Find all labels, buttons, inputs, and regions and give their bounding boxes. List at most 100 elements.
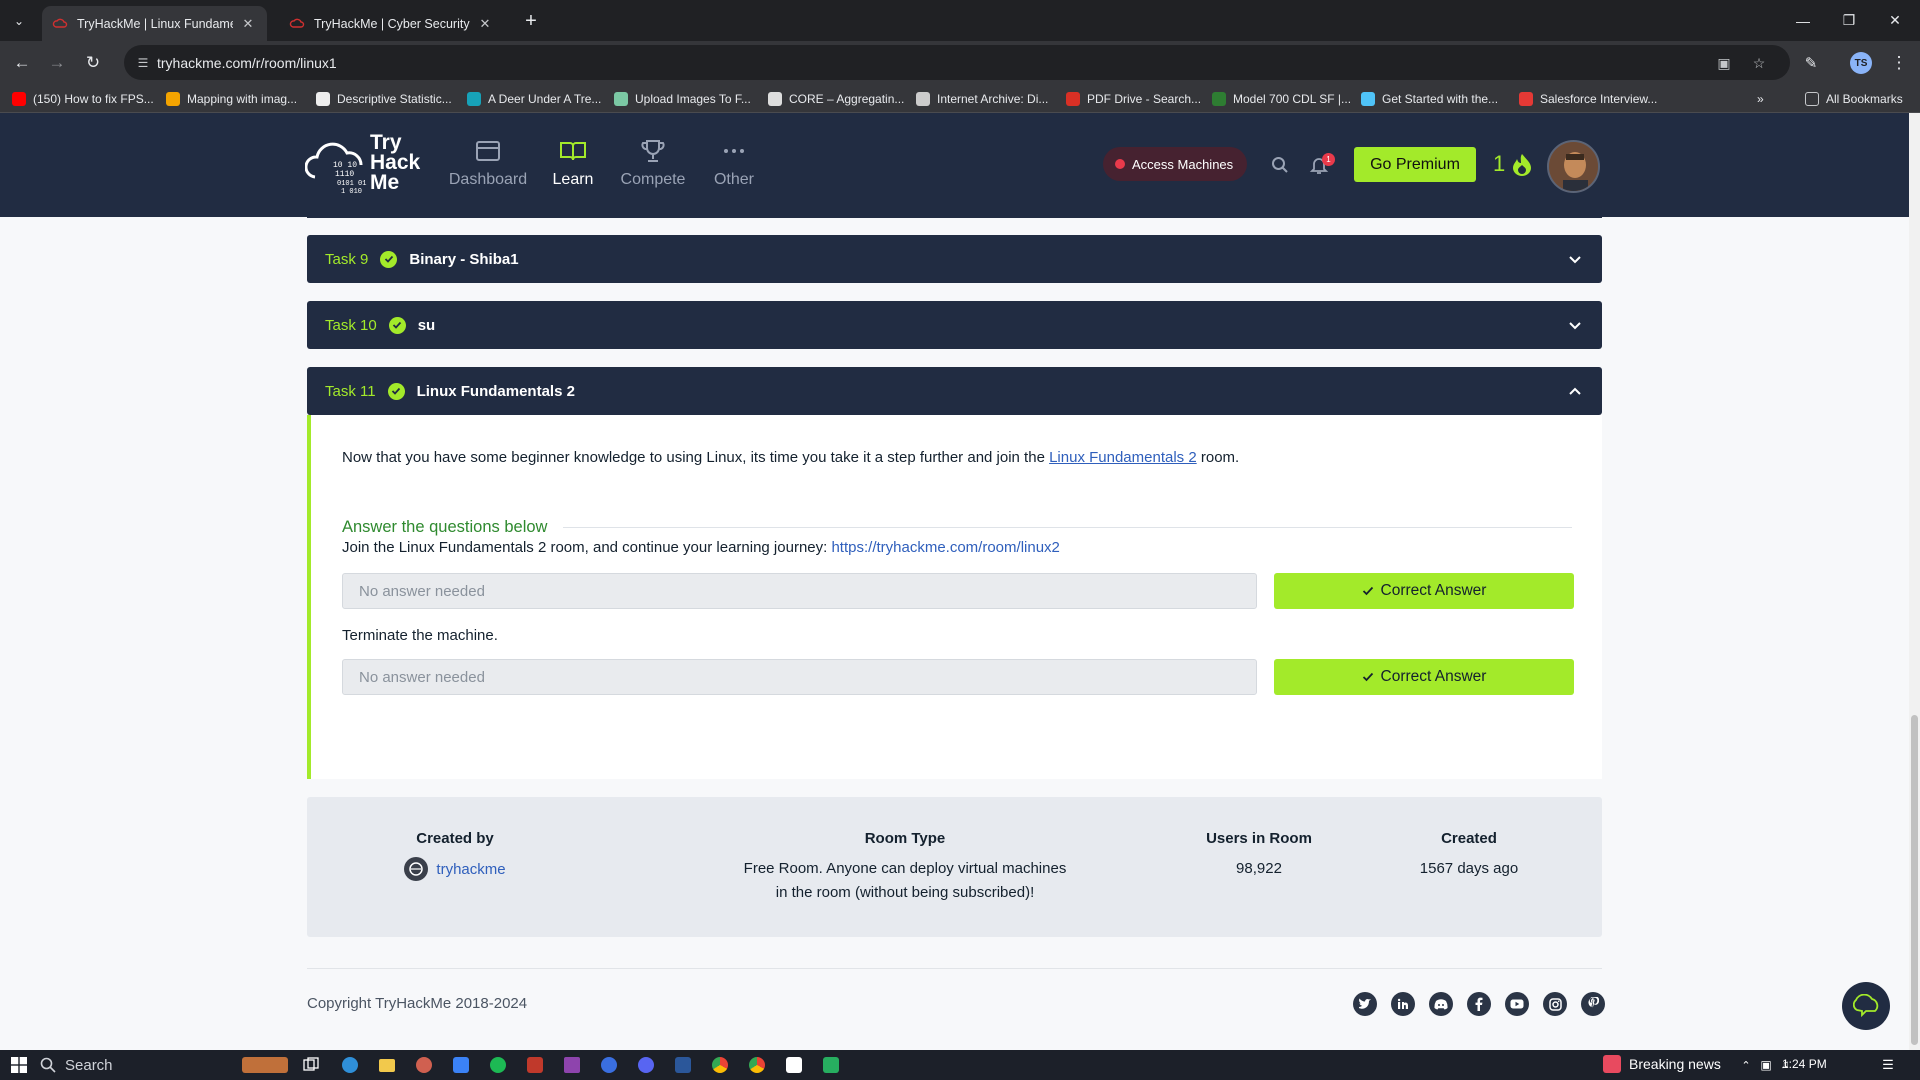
streak-counter[interactable]: 1	[1493, 151, 1533, 177]
go-premium-button[interactable]: Go Premium	[1354, 147, 1476, 182]
svg-text:1 010: 1 010	[341, 188, 362, 196]
chevron-down-icon[interactable]	[1566, 316, 1584, 334]
word-icon[interactable]	[673, 1055, 693, 1075]
bookmark-favicon-icon	[316, 92, 330, 106]
youtube-icon	[12, 92, 26, 106]
chevron-down-icon[interactable]	[1566, 250, 1584, 268]
correct-answer-button[interactable]: Correct Answer	[1274, 659, 1574, 695]
todo-icon[interactable]	[451, 1055, 471, 1075]
minimize-icon[interactable]: —	[1780, 0, 1826, 41]
chrome-icon[interactable]	[710, 1055, 730, 1075]
twitter-icon[interactable]	[1353, 992, 1377, 1016]
bookmark-item[interactable]: Salesforce Interview...	[1519, 90, 1657, 108]
chat-support-button[interactable]	[1842, 982, 1890, 1030]
task-header-10[interactable]: Task 10 su	[307, 301, 1602, 349]
winrar-icon[interactable]	[562, 1055, 582, 1075]
bookmark-item[interactable]: CORE – Aggregatin...	[768, 90, 904, 108]
scrollbar-thumb[interactable]	[1911, 715, 1918, 1045]
bookmark-item[interactable]: PDF Drive - Search...	[1066, 90, 1201, 108]
previous-task-edge	[307, 217, 1602, 218]
close-window-icon[interactable]: ✕	[1872, 0, 1918, 41]
bookmark-item[interactable]: (150) How to fix FPS...	[12, 90, 154, 108]
creator-link[interactable]: tryhackme	[436, 861, 505, 878]
bookmark-item[interactable]: A Deer Under A Tre...	[467, 90, 601, 108]
linux-fundamentals-2-link[interactable]: Linux Fundamentals 2	[1049, 449, 1197, 466]
address-bar[interactable]: ☰ tryhackme.com/r/room/linux1 ▣ ☆	[124, 45, 1790, 80]
tryhackme-logo[interactable]: 10 10 1110 0101 01 1 010 Try Hack Me	[305, 132, 425, 201]
messenger-icon[interactable]	[599, 1055, 619, 1075]
nav-dashboard[interactable]: Dashboard	[443, 137, 533, 189]
user-avatar[interactable]	[1547, 140, 1600, 193]
network-icon[interactable]: ▣	[1756, 1055, 1776, 1075]
close-tab-icon[interactable]: ✕	[239, 15, 257, 33]
edge-icon[interactable]	[340, 1055, 360, 1075]
task-header-11[interactable]: Task 11 Linux Fundamentals 2	[307, 367, 1602, 415]
app-icon[interactable]	[821, 1055, 841, 1075]
browser-tab-active[interactable]: TryHackMe | Linux Fundamentals ✕	[42, 6, 267, 41]
back-icon[interactable]: ←	[9, 50, 35, 76]
site-info-icon[interactable]: ☰	[134, 54, 152, 72]
nav-learn[interactable]: Learn	[528, 137, 618, 189]
browser-menu-icon[interactable]: ⋮	[1886, 50, 1912, 76]
all-bookmarks-button[interactable]: All Bookmarks	[1805, 90, 1903, 108]
more-bookmarks-icon[interactable]: »	[1757, 90, 1764, 108]
task-header-9[interactable]: Task 9 Binary - Shiba1	[307, 235, 1602, 283]
browser-tab[interactable]: TryHackMe | Cyber Security Training ✕	[279, 6, 504, 41]
task-view-icon[interactable]	[301, 1055, 321, 1075]
extensions-icon[interactable]: ✎	[1798, 50, 1824, 76]
nav-other[interactable]: Other	[689, 137, 779, 189]
taskbar-search[interactable]: Search	[40, 1054, 113, 1076]
news-widget[interactable]: Breaking news	[1603, 1055, 1721, 1073]
correct-answer-button[interactable]: Correct Answer	[1274, 573, 1574, 609]
site-navbar: 10 10 1110 0101 01 1 010 Try Hack Me Das…	[0, 113, 1909, 217]
users-value: 98,922	[1236, 860, 1282, 877]
tray-overflow-icon[interactable]: ⌃	[1736, 1055, 1756, 1075]
discord-icon[interactable]	[636, 1055, 656, 1075]
bookmark-item[interactable]: Descriptive Statistic...	[316, 90, 452, 108]
access-machines-button[interactable]: Access Machines	[1103, 147, 1248, 181]
pinterest-icon[interactable]	[1581, 992, 1605, 1016]
room-type-line: Free Room. Anyone can deploy virtual mac…	[743, 860, 1067, 877]
notifications-icon[interactable]: ☰	[1878, 1055, 1898, 1075]
reload-icon[interactable]: ↻	[80, 50, 106, 76]
chevron-up-icon[interactable]	[1566, 382, 1584, 400]
bookmark-item[interactable]: Get Started with the...	[1361, 90, 1498, 108]
close-tab-icon[interactable]: ✕	[476, 15, 494, 33]
search-highlight-icon[interactable]	[240, 1055, 290, 1075]
bookmark-item[interactable]: Internet Archive: Di...	[916, 90, 1048, 108]
url-text[interactable]: tryhackme.com/r/room/linux1	[157, 55, 337, 71]
answer-input[interactable]: No answer needed	[342, 573, 1257, 609]
answer-input[interactable]: No answer needed	[342, 659, 1257, 695]
chrome-active-icon[interactable]	[747, 1055, 767, 1075]
restore-icon[interactable]: ❐	[1826, 0, 1872, 41]
forward-icon[interactable]: →	[44, 50, 70, 76]
bookmark-star-icon[interactable]: ☆	[1749, 53, 1769, 73]
file-explorer-icon[interactable]	[377, 1055, 397, 1075]
linux2-room-link[interactable]: https://tryhackme.com/room/linux2	[831, 539, 1059, 556]
linkedin-icon[interactable]	[1391, 992, 1415, 1016]
profile-avatar[interactable]: TS	[1850, 52, 1872, 74]
bookmark-item[interactable]: Mapping with imag...	[166, 90, 297, 108]
search-icon[interactable]	[1269, 154, 1291, 176]
clock[interactable]: 1:24 PM	[1782, 1057, 1827, 1071]
notion-icon[interactable]	[784, 1055, 804, 1075]
nav-compete[interactable]: Compete	[608, 137, 698, 189]
windows-start-icon[interactable]	[9, 1055, 29, 1075]
flame-icon	[1513, 154, 1532, 176]
app-icon[interactable]	[414, 1055, 434, 1075]
spotify-icon[interactable]	[488, 1055, 508, 1075]
tab-search-button[interactable]: ⌄	[8, 10, 30, 32]
youtube-icon[interactable]	[1505, 992, 1529, 1016]
svg-text:1110: 1110	[335, 170, 354, 179]
bookmark-item[interactable]: Upload Images To F...	[614, 90, 751, 108]
answer-heading-text: Answer the questions below	[342, 518, 548, 536]
acrobat-icon[interactable]	[525, 1055, 545, 1075]
facebook-icon[interactable]	[1467, 992, 1491, 1016]
task-number: Task 11	[325, 382, 376, 400]
bookmark-item[interactable]: Model 700 CDL SF |...	[1212, 90, 1351, 108]
no-tracking-icon[interactable]: ▣	[1714, 53, 1734, 73]
instagram-icon[interactable]	[1543, 992, 1567, 1016]
new-tab-button[interactable]: +	[520, 10, 542, 32]
bookmark-favicon-icon	[1519, 92, 1533, 106]
discord-icon[interactable]	[1429, 992, 1453, 1016]
